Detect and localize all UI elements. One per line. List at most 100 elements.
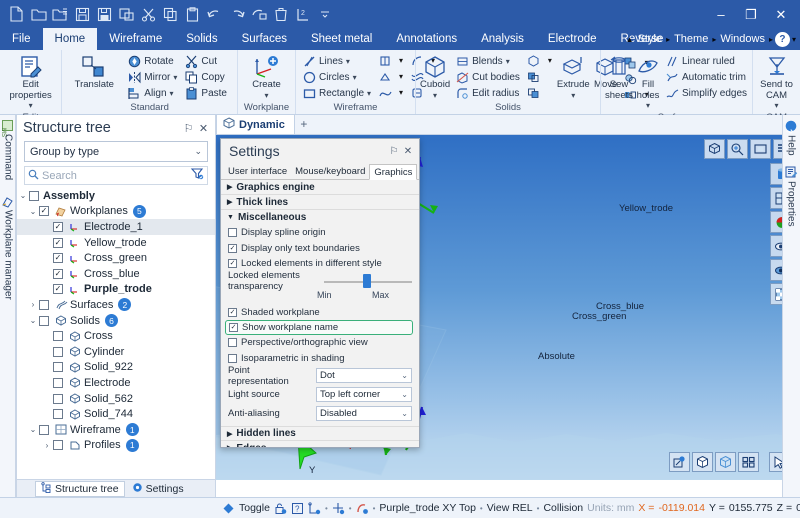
- tree-node-checkbox[interactable]: [53, 409, 63, 420]
- fill-holes-button[interactable]: Fill holes ▾: [636, 53, 660, 112]
- status-workplane[interactable]: Purple_trode XY Top: [379, 502, 476, 514]
- help-question-icon[interactable]: ?: [291, 501, 304, 516]
- subtract-icon[interactable]: [525, 85, 543, 100]
- boolean-icon[interactable]: [525, 69, 543, 84]
- shaded-workplane-checkbox[interactable]: ✓: [228, 307, 237, 317]
- settings-tab-user-interface[interactable]: User interface: [224, 163, 291, 179]
- paste-icon[interactable]: [182, 4, 203, 25]
- tree-node-checkbox[interactable]: [39, 315, 49, 326]
- tree-twisty-icon[interactable]: ⌄: [27, 425, 39, 434]
- tree-node-cross-blue[interactable]: ✓ Cross_blue: [17, 266, 215, 282]
- tile-views-icon[interactable]: [738, 452, 759, 472]
- perspective-orthographic-view-checkbox[interactable]: [228, 338, 237, 348]
- edit-properties-button[interactable]: Edit properties ▾: [5, 53, 57, 112]
- settings-tab-graphics[interactable]: Graphics: [369, 164, 418, 180]
- lock-icon[interactable]: [274, 501, 287, 516]
- ribbon-tab-wireframe[interactable]: Wireframe: [97, 28, 174, 50]
- tree-node-solid-744[interactable]: Solid_744: [17, 406, 215, 422]
- tree-node-checkbox[interactable]: ✓: [53, 284, 63, 295]
- tree-node-solids[interactable]: ⌄ Solids 6: [17, 313, 215, 329]
- close-button[interactable]: ✕: [766, 2, 796, 26]
- cut-bodies-button[interactable]: Cut bodies: [453, 70, 522, 85]
- vertical-tab-help[interactable]: ? Help: [782, 117, 800, 159]
- rotate-button[interactable]: Rotate: [125, 54, 179, 69]
- settings-section-thick-lines[interactable]: ▶ Thick lines: [221, 195, 419, 210]
- tree-node-checkbox[interactable]: ✓: [39, 206, 49, 217]
- save-selected-icon[interactable]: [116, 4, 137, 25]
- search-input[interactable]: Search: [42, 170, 77, 182]
- delete-icon[interactable]: [270, 4, 291, 25]
- dock-tab-settings[interactable]: Settings: [127, 481, 189, 497]
- redo-icon[interactable]: [226, 4, 247, 25]
- ribbon-tab-annotations[interactable]: Annotations: [384, 28, 469, 50]
- display-only-text-boundaries-checkbox[interactable]: ✓: [228, 243, 237, 253]
- tree-twisty-icon[interactable]: ⌄: [27, 207, 39, 216]
- tree-node-checkbox[interactable]: [29, 190, 39, 201]
- copy-button[interactable]: Copy: [182, 70, 229, 85]
- tree-node-yellow-trode[interactable]: ✓ Yellow_trode: [17, 235, 215, 251]
- help-icon[interactable]: ?: [774, 31, 790, 47]
- minimize-button[interactable]: –: [706, 2, 736, 26]
- view-cube-icon[interactable]: [704, 139, 725, 159]
- ribbon-tab-home[interactable]: Home: [42, 28, 98, 50]
- create-workplane-button[interactable]: Create ▾: [242, 53, 291, 101]
- lines-button[interactable]: Lines ▾: [300, 54, 373, 69]
- extrude-button[interactable]: Extrude ▾: [557, 53, 590, 101]
- theme-link[interactable]: Theme: [672, 33, 710, 45]
- tree-node-checkbox[interactable]: ✓: [53, 268, 63, 279]
- paste-button[interactable]: Paste: [182, 86, 229, 101]
- pin-icon[interactable]: ⚐: [181, 121, 196, 136]
- magnet-snap-icon[interactable]: [356, 501, 369, 516]
- mirror-button[interactable]: Mirror ▾: [125, 70, 179, 85]
- status-toggle-label[interactable]: Toggle: [239, 502, 270, 514]
- search-box[interactable]: Search: [24, 166, 208, 185]
- ribbon-tab-electrode[interactable]: Electrode: [536, 28, 609, 50]
- tree-node-electrode-1[interactable]: ✓ Electrode_1: [17, 219, 215, 235]
- trim-dropdown-icon[interactable]: ▾: [397, 53, 405, 68]
- linear-ruled-button[interactable]: Linear ruled: [663, 54, 749, 69]
- tree-node-purple-trode[interactable]: ✓ Purple_trode: [17, 282, 215, 298]
- cuboid-dropdown-icon[interactable]: ▾: [433, 91, 437, 102]
- tree-node-surfaces[interactable]: › Surfaces 2: [17, 297, 215, 313]
- status-view-mode[interactable]: View REL: [487, 502, 533, 514]
- maximize-button[interactable]: ❐: [736, 2, 766, 26]
- tree-node-checkbox[interactable]: ✓: [53, 253, 63, 264]
- document-tab-dynamic[interactable]: Dynamic: [216, 114, 295, 134]
- cut-icon[interactable]: [138, 4, 159, 25]
- tree-node-checkbox[interactable]: [53, 362, 63, 373]
- checkbox-display-only-text-boundaries[interactable]: ✓ Display only text boundaries: [221, 241, 419, 257]
- tree-twisty-icon[interactable]: ⌄: [17, 191, 29, 200]
- tree-node-checkbox[interactable]: ✓: [53, 237, 63, 248]
- mirror-dropdown-icon[interactable]: ▾: [173, 73, 177, 82]
- send-to-cam-dropdown-icon[interactable]: ▾: [774, 101, 778, 112]
- fit-view-icon[interactable]: [750, 139, 771, 159]
- add-document-tab-button[interactable]: +: [295, 114, 313, 134]
- spline-icon[interactable]: [376, 85, 394, 100]
- checkbox-show-workplane-name[interactable]: ✓ Show workplane name: [225, 320, 413, 335]
- tree-node-cross-green[interactable]: ✓ Cross_green: [17, 250, 215, 266]
- blends-button[interactable]: Blends ▾: [453, 54, 522, 69]
- ribbon-tab-sheet-metal[interactable]: Sheet metal: [299, 28, 384, 50]
- zoom-previous-icon[interactable]: [727, 139, 748, 159]
- copy-icon[interactable]: [160, 4, 181, 25]
- show-workplane-name-checkbox[interactable]: ✓: [229, 323, 238, 332]
- open-folder-icon[interactable]: [28, 4, 49, 25]
- ribbon-tab-solids[interactable]: Solids: [174, 28, 229, 50]
- save-icon[interactable]: [72, 4, 93, 25]
- slider-thumb[interactable]: [362, 273, 371, 288]
- undo-icon[interactable]: [204, 4, 225, 25]
- tree-node-solid-922[interactable]: Solid_922: [17, 360, 215, 376]
- cut-button[interactable]: Cut: [182, 54, 229, 69]
- checkbox-display-spline-origin[interactable]: Display spline origin: [221, 225, 419, 241]
- sew-sheets-button[interactable]: Sew sheets: [605, 53, 633, 101]
- toggle-diamond-icon[interactable]: [222, 501, 235, 516]
- tree-node-workplanes[interactable]: ⌄ ✓ Workplanes 5: [17, 204, 215, 220]
- cuboid-button[interactable]: Cuboid ▾: [420, 53, 450, 101]
- shell-dropdown-icon[interactable]: ▾: [546, 53, 554, 68]
- anti-aliasing-dropdown[interactable]: Disabled ⌄: [316, 406, 412, 421]
- offset-icon[interactable]: [376, 69, 394, 84]
- snap-icon[interactable]: [308, 501, 321, 516]
- group-by-dropdown[interactable]: Group by type ⌄: [24, 141, 208, 162]
- tree-node-cylinder[interactable]: Cylinder: [17, 344, 215, 360]
- tree-twisty-icon[interactable]: ›: [41, 441, 53, 450]
